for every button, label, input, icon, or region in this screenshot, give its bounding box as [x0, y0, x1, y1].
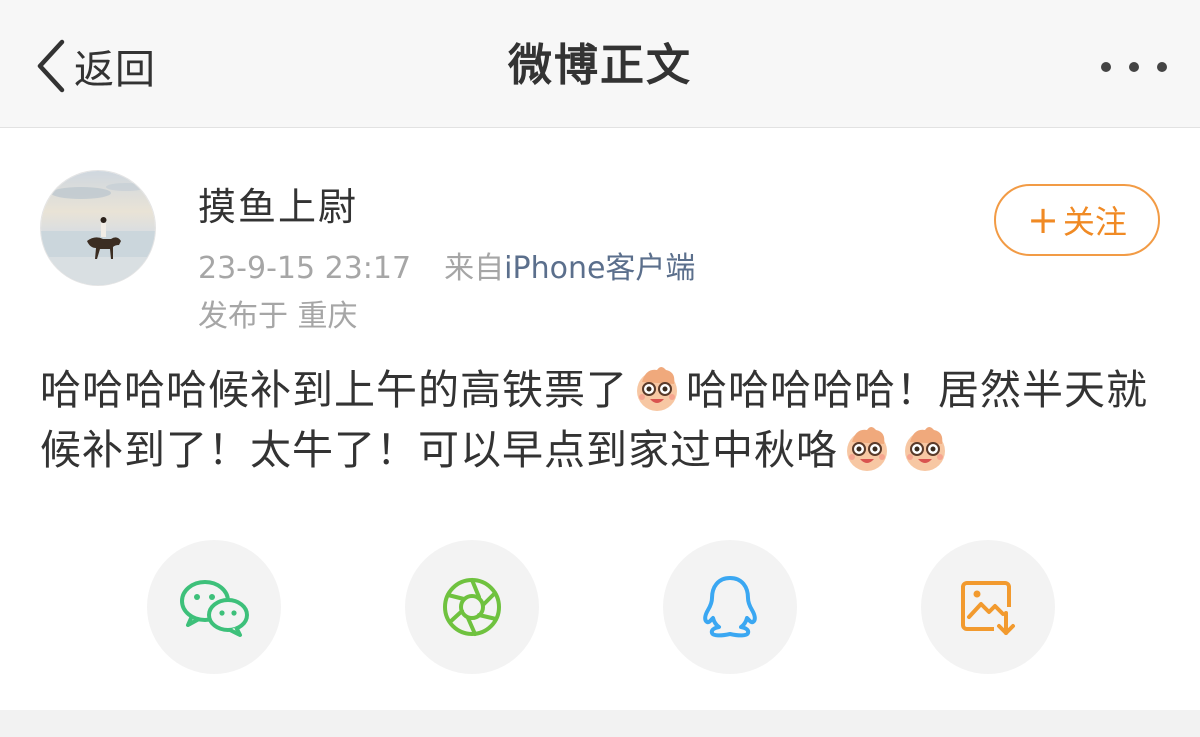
post-location: 发布于 重庆: [198, 295, 358, 339]
post-text-segment-1: 哈哈哈哈候补到上午的高铁票了: [40, 366, 628, 414]
share-wechat-button[interactable]: [147, 540, 281, 674]
qq-icon: [703, 576, 757, 638]
share-qq-button[interactable]: [663, 540, 797, 674]
nav-bar: 返回 微博正文: [0, 0, 1200, 128]
follow-label: 关注: [1062, 203, 1127, 241]
save-image-button[interactable]: [921, 540, 1055, 674]
laughing-emoji-icon: [637, 367, 677, 411]
post-datetime: 23-9-15 23:17: [198, 251, 412, 286]
more-dots-icon: [1101, 62, 1167, 72]
location-city: 重庆: [297, 299, 358, 334]
plus-icon: +: [1027, 198, 1059, 242]
save-image-icon: [961, 581, 1015, 635]
more-options-button[interactable]: [1094, 50, 1174, 84]
location-prefix: 发布于: [198, 299, 288, 334]
laughing-emoji-icon: [905, 427, 945, 471]
share-moments-button[interactable]: [405, 540, 539, 674]
avatar[interactable]: [40, 170, 156, 286]
laughing-emoji-icon: [847, 427, 887, 471]
follow-button[interactable]: + 关注: [994, 184, 1160, 256]
footer-divider: [0, 710, 1200, 737]
wechat-icon: [180, 580, 249, 637]
username[interactable]: 摸鱼上尉: [198, 182, 358, 232]
post-text: 哈哈哈哈候补到上午的高铁票了 哈哈哈哈哈！居然半天就候补到了！太牛了！可以早点到…: [40, 360, 1170, 480]
page-title: 微博正文: [508, 40, 692, 91]
post-meta: 23-9-15 23:17 来自iPhone客户端: [198, 247, 695, 291]
post-source[interactable]: iPhone客户端: [504, 251, 695, 286]
avatar-image: [41, 171, 155, 285]
moments-icon: [443, 578, 501, 636]
source-prefix: 来自: [444, 251, 505, 286]
